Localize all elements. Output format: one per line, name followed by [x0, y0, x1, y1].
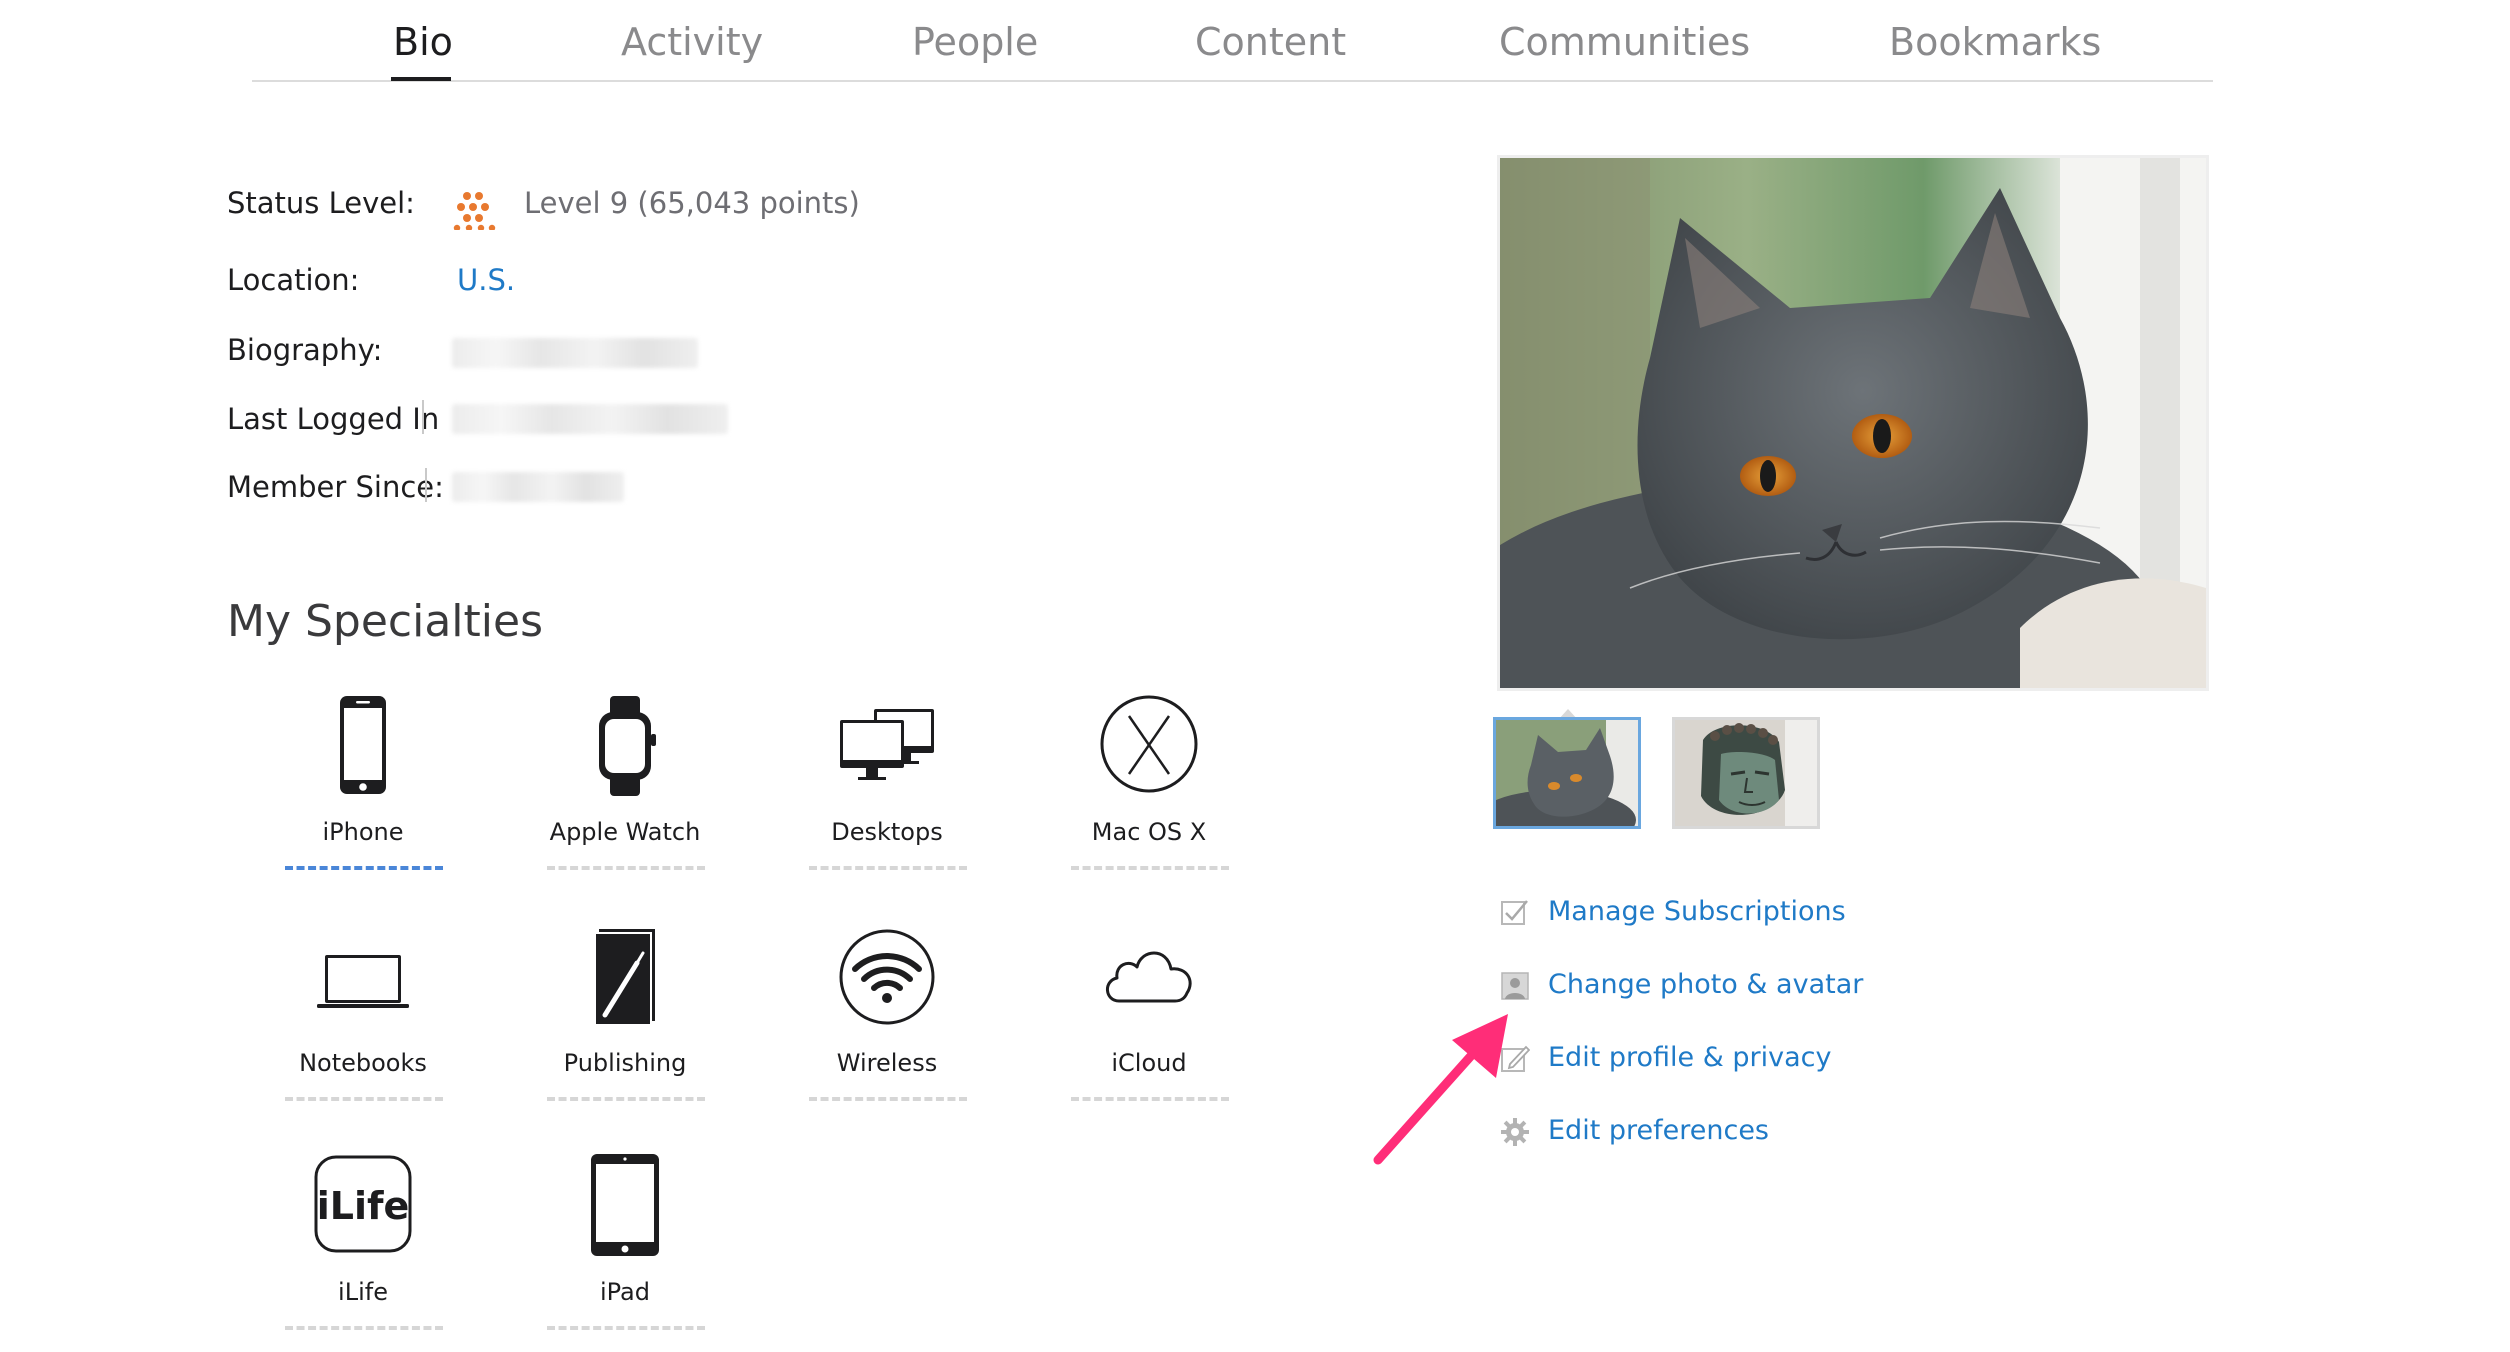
specialty-ipad[interactable]: iPad: [525, 1154, 725, 1344]
specialty-label: iPhone: [322, 818, 404, 846]
specialty-underline: [1071, 866, 1229, 870]
member-since-label: Member Since:: [227, 470, 444, 504]
buddha-thumbnail: [1675, 720, 1817, 826]
photo-thumbnail-buddha[interactable]: [1675, 720, 1817, 826]
tab-activity[interactable]: Activity: [621, 14, 763, 70]
selected-indicator: [285, 866, 443, 870]
specialty-label: iLife: [338, 1278, 388, 1306]
specialty-underline: [285, 1326, 443, 1330]
tab-communities[interactable]: Communities: [1499, 14, 1750, 70]
profile-photo: [1500, 158, 2206, 688]
last-logged-in-label: Last Logged In: [227, 402, 440, 436]
tab-people[interactable]: People: [912, 14, 1038, 70]
notebook-icon: [317, 955, 409, 1008]
selected-thumb-caret: [1558, 709, 1578, 720]
specialty-desktops[interactable]: Desktops: [787, 694, 987, 884]
cat-photo: [1500, 158, 2206, 688]
level-dots-icon: [453, 192, 496, 230]
person-photo-icon: [1501, 972, 1529, 1000]
desktops-icon: [840, 709, 934, 780]
cloud-icon: [1106, 951, 1192, 1003]
specialty-publishing[interactable]: Publishing: [525, 925, 725, 1115]
location-label: Location:: [227, 263, 360, 297]
redaction-divider: [425, 468, 427, 502]
specialty-icloud[interactable]: iCloud: [1049, 925, 1249, 1115]
action-label: Change photo & avatar: [1548, 969, 1864, 1000]
ipad-icon: [591, 1154, 659, 1256]
status-level-value: Level 9 (65,043 points): [524, 186, 860, 220]
specialty-underline: [547, 1097, 705, 1101]
specialty-underline: [547, 866, 705, 870]
redaction-divider: [422, 400, 424, 434]
wifi-icon: [839, 929, 935, 1025]
iphone-icon: [340, 696, 386, 794]
location-link[interactable]: U.S.: [457, 263, 515, 297]
cat-thumbnail: [1496, 720, 1638, 826]
svg-text:iLife: iLife: [317, 1184, 410, 1228]
active-tab-indicator: [391, 77, 451, 81]
specialty-label: Mac OS X: [1091, 818, 1207, 846]
specialty-apple-watch[interactable]: Apple Watch: [525, 694, 725, 884]
specialty-wireless[interactable]: Wireless: [787, 925, 987, 1115]
photo-thumbnail-cat[interactable]: [1496, 720, 1638, 826]
specialty-underline: [1071, 1097, 1229, 1101]
specialty-label: Desktops: [831, 818, 943, 846]
last-logged-in-redacted: [452, 404, 728, 434]
ilife-icon: iLife: [314, 1155, 412, 1253]
specialty-mac-os-x[interactable]: Mac OS X: [1049, 694, 1249, 884]
status-level-label: Status Level:: [227, 186, 415, 220]
mac-os-x-icon: [1100, 695, 1198, 793]
apple-watch-icon: [599, 696, 656, 796]
specialty-underline: [809, 1097, 967, 1101]
specialty-label: Notebooks: [299, 1049, 427, 1077]
specialty-label: iPad: [599, 1278, 650, 1306]
specialty-underline: [809, 866, 967, 870]
tabs-divider: [252, 80, 2213, 82]
annotation-arrow: [1373, 1014, 1508, 1165]
specialty-label: Wireless: [836, 1049, 938, 1077]
tab-bookmarks[interactable]: Bookmarks: [1889, 14, 2101, 70]
specialty-underline: [547, 1326, 705, 1330]
specialty-ilife[interactable]: iLife iLife: [263, 1154, 463, 1344]
member-since-redacted: [452, 472, 624, 502]
specialty-iphone[interactable]: iPhone: [263, 694, 463, 884]
biography-redacted: [452, 338, 698, 368]
biography-label: Biography:: [227, 333, 383, 367]
specialty-label: Publishing: [563, 1049, 687, 1077]
tab-content[interactable]: Content: [1195, 14, 1346, 70]
specialties-heading: My Specialties: [227, 596, 543, 647]
action-label: Manage Subscriptions: [1548, 896, 1846, 927]
specialty-label: iCloud: [1111, 1049, 1187, 1077]
publishing-icon: [594, 929, 655, 1026]
specialty-underline: [285, 1097, 443, 1101]
specialty-notebooks[interactable]: Notebooks: [263, 925, 463, 1115]
specialty-label: Apple Watch: [549, 818, 701, 846]
action-label: Edit profile & privacy: [1548, 1042, 1832, 1073]
action-label: Edit preferences: [1548, 1115, 1769, 1146]
tab-bio[interactable]: Bio: [393, 14, 453, 70]
checkbox-icon: [1501, 900, 1528, 925]
